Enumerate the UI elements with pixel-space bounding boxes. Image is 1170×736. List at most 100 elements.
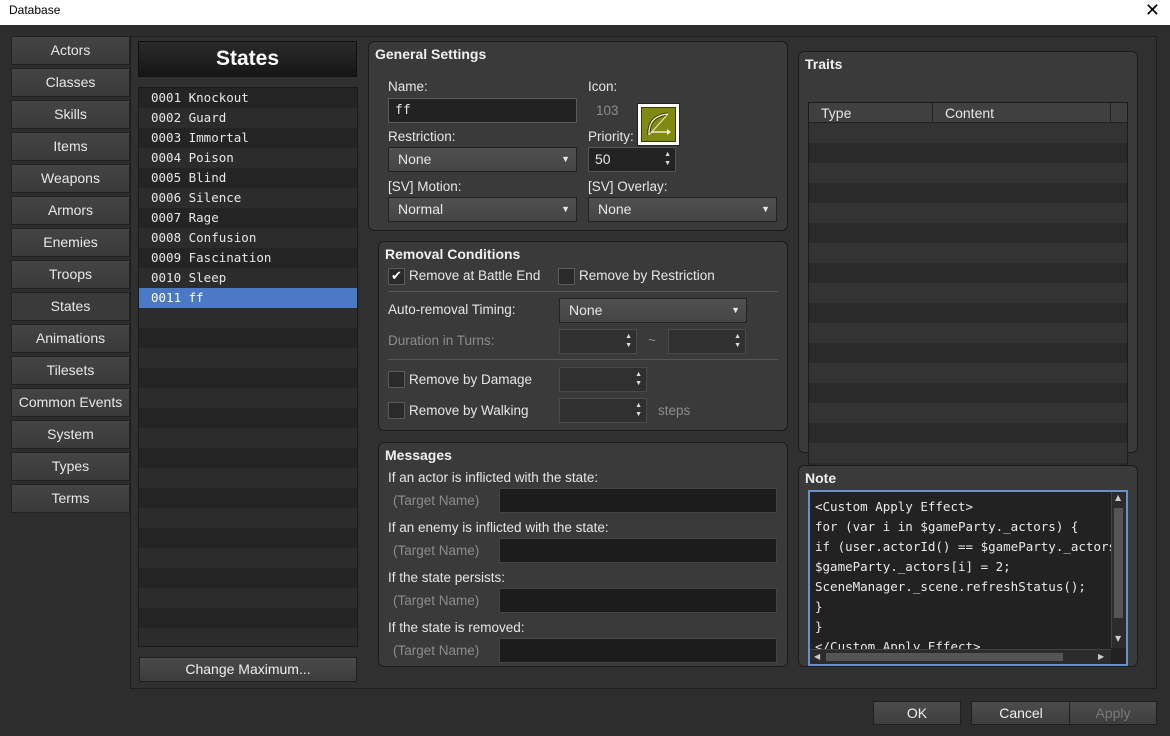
restriction-checkbox[interactable]: [558, 268, 575, 285]
list-item[interactable]: 0006 Silence: [139, 188, 357, 208]
traits-title: Traits: [805, 56, 843, 72]
duration-max-spinner[interactable]: ▲ ▼: [668, 329, 746, 354]
removed-target-name: (Target Name): [393, 643, 480, 658]
nav-weapons[interactable]: Weapons: [11, 164, 130, 193]
sv-motion-value: Normal: [398, 201, 444, 217]
removal-conditions-title: Removal Conditions: [385, 246, 521, 262]
walking-checkbox[interactable]: [388, 402, 405, 419]
bow-icon: [641, 107, 676, 142]
scroll-right-icon[interactable]: ▶: [1098, 652, 1104, 661]
nav-terms[interactable]: Terms: [11, 484, 130, 513]
steps-label: steps: [658, 403, 691, 418]
list-item[interactable]: 0002 Guard: [139, 108, 357, 128]
general-settings-title: General Settings: [375, 46, 487, 62]
note-text[interactable]: <Custom Apply Effect> for (var i in $gam…: [815, 497, 1111, 651]
sv-overlay-select[interactable]: None ▼: [588, 197, 777, 222]
divider: [388, 359, 778, 360]
messages-title: Messages: [385, 447, 452, 463]
nav-actors[interactable]: Actors: [11, 36, 130, 65]
nav-tilesets[interactable]: Tilesets: [11, 356, 130, 385]
nav-enemies[interactable]: Enemies: [11, 228, 130, 257]
change-maximum-button[interactable]: Change Maximum...: [139, 657, 357, 682]
nav-system[interactable]: System: [11, 420, 130, 449]
damage-spinner[interactable]: ▲ ▼: [559, 367, 647, 392]
states-list[interactable]: 0001 Knockout 0002 Guard 0003 Immortal 0…: [138, 87, 358, 647]
auto-timing-select[interactable]: None ▼: [559, 298, 747, 323]
scrollbar-thumb[interactable]: [826, 653, 1063, 661]
walking-label: Remove by Walking: [409, 403, 529, 418]
column-divider: [1110, 103, 1111, 123]
scrollbar-thumb[interactable]: [1114, 508, 1123, 618]
actor-message-field[interactable]: [499, 488, 777, 513]
column-header-content[interactable]: Content: [945, 105, 994, 121]
spinner-arrows-icon[interactable]: ▲ ▼: [635, 370, 642, 388]
spinner-arrows-icon[interactable]: ▲ ▼: [734, 332, 741, 350]
enemy-message-field[interactable]: [499, 538, 777, 563]
actor-target-name: (Target Name): [393, 493, 480, 508]
nav-skills[interactable]: Skills: [11, 100, 130, 129]
spinner-arrows-icon[interactable]: ▲ ▼: [664, 150, 671, 168]
persist-message-field[interactable]: [499, 588, 777, 613]
battle-end-checkbox[interactable]: ✔: [388, 268, 405, 285]
database-window: Actors Classes Skills Items Weapons Armo…: [0, 25, 1170, 736]
scroll-down-icon[interactable]: ▼: [1115, 634, 1121, 643]
nav-armors[interactable]: Armors: [11, 196, 130, 225]
duration-label: Duration in Turns:: [388, 333, 495, 348]
note-textarea[interactable]: <Custom Apply Effect> for (var i in $gam…: [808, 490, 1128, 666]
walking-spinner[interactable]: ▲ ▼: [559, 398, 647, 423]
list-item[interactable]: 0003 Immortal: [139, 128, 357, 148]
spinner-arrows-icon[interactable]: ▲ ▼: [635, 401, 642, 419]
auto-timing-label: Auto-removal Timing:: [388, 302, 516, 317]
actor-message-label: If an actor is inflicted with the state:: [388, 470, 599, 485]
apply-button[interactable]: Apply: [1069, 701, 1157, 725]
chevron-down-icon: ▼: [731, 305, 740, 315]
auto-timing-value: None: [569, 302, 603, 318]
vertical-scrollbar[interactable]: ▲ ▼: [1111, 492, 1126, 648]
restriction-select[interactable]: None ▼: [388, 147, 577, 172]
list-item[interactable]: 0008 Confusion: [139, 228, 357, 248]
priority-label: Priority:: [588, 129, 634, 144]
restriction-label: Restriction:: [388, 129, 456, 144]
list-item[interactable]: 0007 Rage: [139, 208, 357, 228]
column-header-type[interactable]: Type: [821, 105, 851, 121]
list-item[interactable]: 0001 Knockout: [139, 88, 357, 108]
priority-spinner[interactable]: 50 ▲ ▼: [588, 147, 676, 172]
spinner-arrows-icon[interactable]: ▲ ▼: [625, 332, 632, 350]
duration-min-spinner[interactable]: ▲ ▼: [559, 329, 637, 354]
restriction-value: None: [398, 151, 432, 167]
nav-classes[interactable]: Classes: [11, 68, 130, 97]
tilde-separator: ~: [648, 333, 656, 348]
sv-overlay-label: [SV] Overlay:: [588, 179, 668, 194]
removed-message-field[interactable]: [499, 638, 777, 663]
nav-items[interactable]: Items: [11, 132, 130, 161]
horizontal-scrollbar[interactable]: ◀ ▶: [810, 649, 1111, 664]
sv-overlay-value: None: [598, 201, 632, 217]
list-item[interactable]: 0009 Fascination: [139, 248, 357, 268]
damage-label: Remove by Damage: [409, 372, 533, 387]
nav-types[interactable]: Types: [11, 452, 130, 481]
scroll-up-icon[interactable]: ▲: [1115, 493, 1121, 502]
nav-animations[interactable]: Animations: [11, 324, 130, 353]
chevron-down-icon: ▼: [561, 154, 570, 164]
traits-table[interactable]: Type Content: [808, 102, 1128, 472]
persist-target-name: (Target Name): [393, 593, 480, 608]
name-field[interactable]: ff: [388, 98, 577, 123]
close-icon[interactable]: ✕: [1145, 0, 1160, 22]
nav-common-events[interactable]: Common Events: [11, 388, 130, 417]
chevron-down-icon: ▼: [761, 204, 770, 214]
scroll-left-icon[interactable]: ◀: [814, 652, 820, 661]
icon-picker[interactable]: [637, 103, 680, 146]
list-item[interactable]: 0010 Sleep: [139, 268, 357, 288]
ok-button[interactable]: OK: [873, 701, 961, 725]
list-item-selected[interactable]: 0011 ff: [139, 288, 357, 308]
nav-troops[interactable]: Troops: [11, 260, 130, 289]
damage-checkbox[interactable]: [388, 371, 405, 388]
states-list-header: States: [138, 41, 357, 77]
list-item[interactable]: 0005 Blind: [139, 168, 357, 188]
icon-index: 103: [596, 103, 619, 118]
cancel-button[interactable]: Cancel: [971, 701, 1071, 725]
nav-states[interactable]: States: [11, 292, 130, 321]
list-item[interactable]: 0004 Poison: [139, 148, 357, 168]
restriction-removal-label: Remove by Restriction: [579, 268, 715, 283]
sv-motion-select[interactable]: Normal ▼: [388, 197, 577, 222]
